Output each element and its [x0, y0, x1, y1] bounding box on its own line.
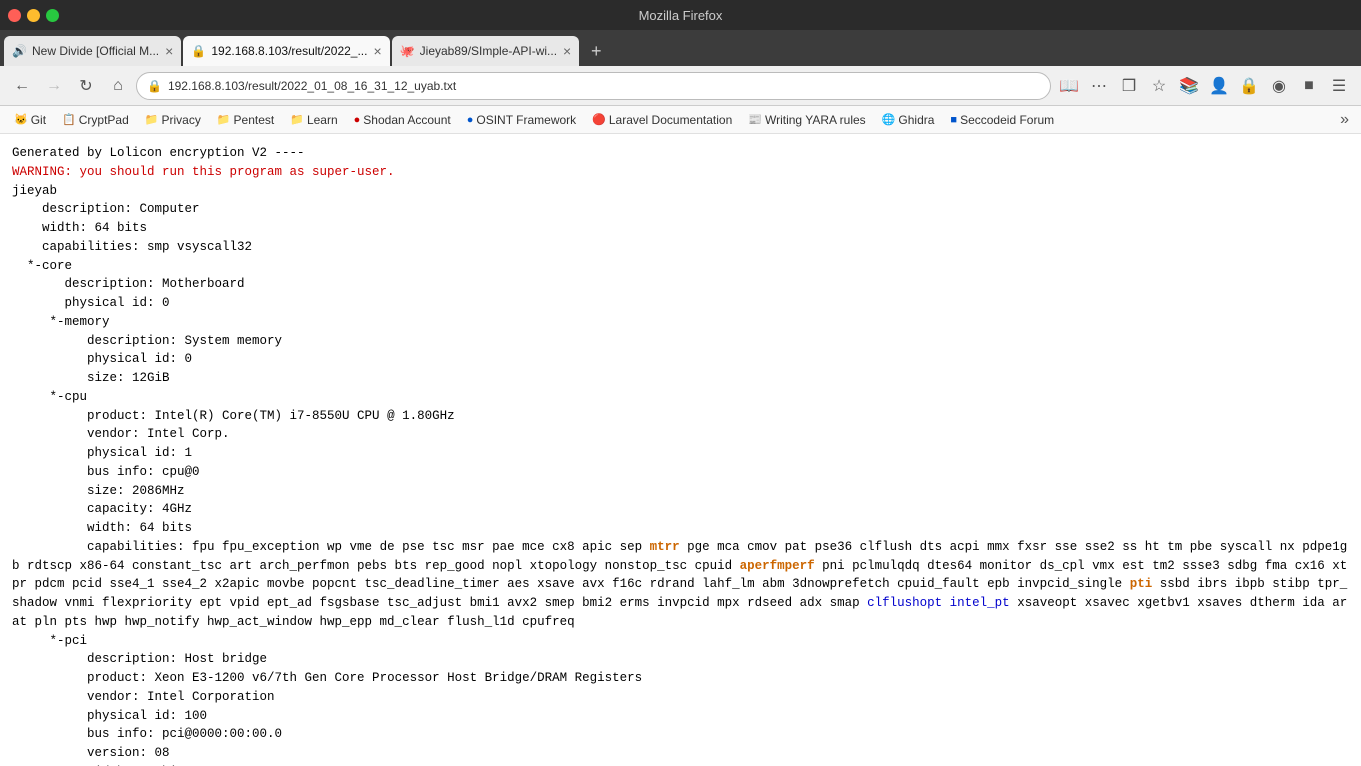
bookmark-osint[interactable]: ● OSINT Framework — [461, 111, 582, 129]
history-button[interactable]: 📚 — [1175, 72, 1203, 100]
menu-button[interactable]: ☰ — [1325, 72, 1353, 100]
tab-label-3: Jieyab89/SImple-API-wi... — [420, 44, 557, 58]
tab-favicon-3: 🐙 — [400, 44, 414, 58]
tab-favicon-1: 🔊 — [12, 44, 26, 58]
bookmark-laravel[interactable]: 🔴 Laravel Documentation — [586, 111, 738, 129]
extension3-button[interactable]: ■ — [1295, 72, 1323, 100]
bookmark-star-button[interactable]: ☆ — [1145, 72, 1173, 100]
sync-button[interactable]: 👤 — [1205, 72, 1233, 100]
shodan-icon: ● — [354, 114, 361, 126]
tab-close-2[interactable]: × — [373, 43, 381, 59]
bookmark-shodan-label: Shodan Account — [363, 113, 450, 127]
page-content: Generated by Lolicon encryption V2 ---- … — [0, 134, 1361, 766]
privacy-icon: 📁 — [145, 113, 159, 126]
bookmarks-more-button[interactable]: » — [1336, 111, 1353, 129]
bookmark-seccode[interactable]: ■ Seccodeid Forum — [944, 111, 1060, 129]
bookmark-cryptpad[interactable]: 📋 CryptPad — [56, 111, 135, 129]
maximize-window-button[interactable] — [46, 9, 59, 22]
navbar: ← → ↻ ⌂ 🔒 192.168.8.103/result/2022_01_0… — [0, 66, 1361, 106]
more-button[interactable]: ⋯ — [1085, 72, 1113, 100]
bookmark-learn-label: Learn — [307, 113, 338, 127]
laravel-icon: 🔴 — [592, 113, 606, 126]
bookmark-privacy-label: Privacy — [161, 113, 200, 127]
bookmark-cryptpad-label: CryptPad — [79, 113, 129, 127]
window-title: Mozilla Firefox — [639, 8, 723, 23]
forward-button[interactable]: → — [40, 72, 68, 100]
cryptpad-icon: 📋 — [62, 113, 76, 126]
bookmark-git[interactable]: 🐱 Git — [8, 111, 52, 129]
bookmark-ghidra-label: Ghidra — [898, 113, 934, 127]
tab-result[interactable]: 🔒 192.168.8.103/result/2022_... × — [183, 36, 389, 66]
ghidra-icon: 🌐 — [882, 113, 896, 126]
address-bar[interactable]: 🔒 192.168.8.103/result/2022_01_08_16_31_… — [136, 72, 1051, 100]
tab-close-1[interactable]: × — [165, 43, 173, 59]
security-icon: 🔒 — [147, 79, 162, 93]
seccode-icon: ■ — [950, 114, 957, 126]
toolbar-icons: 📖 ⋯ ❒ ☆ 📚 👤 🔒 ◉ ■ ☰ — [1055, 72, 1353, 100]
bookmark-yara[interactable]: 📰 Writing YARA rules — [742, 111, 871, 129]
pocket-button[interactable]: ❒ — [1115, 72, 1143, 100]
bookmark-pentest[interactable]: 📁 Pentest — [211, 111, 280, 129]
bookmark-pentest-label: Pentest — [234, 113, 275, 127]
home-button[interactable]: ⌂ — [104, 72, 132, 100]
reader-mode-button[interactable]: 📖 — [1055, 72, 1083, 100]
url-text: 192.168.8.103/result/2022_01_08_16_31_12… — [168, 79, 1040, 93]
bookmark-ghidra[interactable]: 🌐 Ghidra — [876, 111, 941, 129]
extension2-button[interactable]: ◉ — [1265, 72, 1293, 100]
bookmark-shodan[interactable]: ● Shodan Account — [348, 111, 457, 129]
git-icon: 🐱 — [14, 113, 28, 126]
tab-favicon-2: 🔒 — [191, 44, 205, 58]
tab-close-3[interactable]: × — [563, 43, 571, 59]
tab-label-2: 192.168.8.103/result/2022_... — [211, 44, 367, 58]
learn-icon: 📁 — [290, 113, 304, 126]
tab-label-1: New Divide [Official M... — [32, 44, 159, 58]
osint-icon: ● — [467, 114, 474, 126]
ublock-button[interactable]: 🔒 — [1235, 72, 1263, 100]
minimize-window-button[interactable] — [27, 9, 40, 22]
reload-button[interactable]: ↻ — [72, 72, 100, 100]
bookmark-laravel-label: Laravel Documentation — [609, 113, 732, 127]
bookmark-learn[interactable]: 📁 Learn — [284, 111, 343, 129]
bookmark-seccode-label: Seccodeid Forum — [960, 113, 1054, 127]
bookmark-git-label: Git — [31, 113, 46, 127]
titlebar: Mozilla Firefox — [0, 0, 1361, 30]
bookmark-osint-label: OSINT Framework — [476, 113, 576, 127]
bookmark-yara-label: Writing YARA rules — [765, 113, 866, 127]
tab-bar: 🔊 New Divide [Official M... × 🔒 192.168.… — [0, 30, 1361, 66]
bookmark-privacy[interactable]: 📁 Privacy — [139, 111, 207, 129]
yara-icon: 📰 — [748, 113, 762, 126]
pentest-icon: 📁 — [217, 113, 231, 126]
tab-new-divide[interactable]: 🔊 New Divide [Official M... × — [4, 36, 181, 66]
close-window-button[interactable] — [8, 9, 21, 22]
back-button[interactable]: ← — [8, 72, 36, 100]
new-tab-button[interactable]: + — [581, 36, 611, 66]
tab-github[interactable]: 🐙 Jieyab89/SImple-API-wi... × — [392, 36, 580, 66]
bookmarks-bar: 🐱 Git 📋 CryptPad 📁 Privacy 📁 Pentest 📁 L… — [0, 106, 1361, 134]
window-controls — [8, 9, 59, 22]
